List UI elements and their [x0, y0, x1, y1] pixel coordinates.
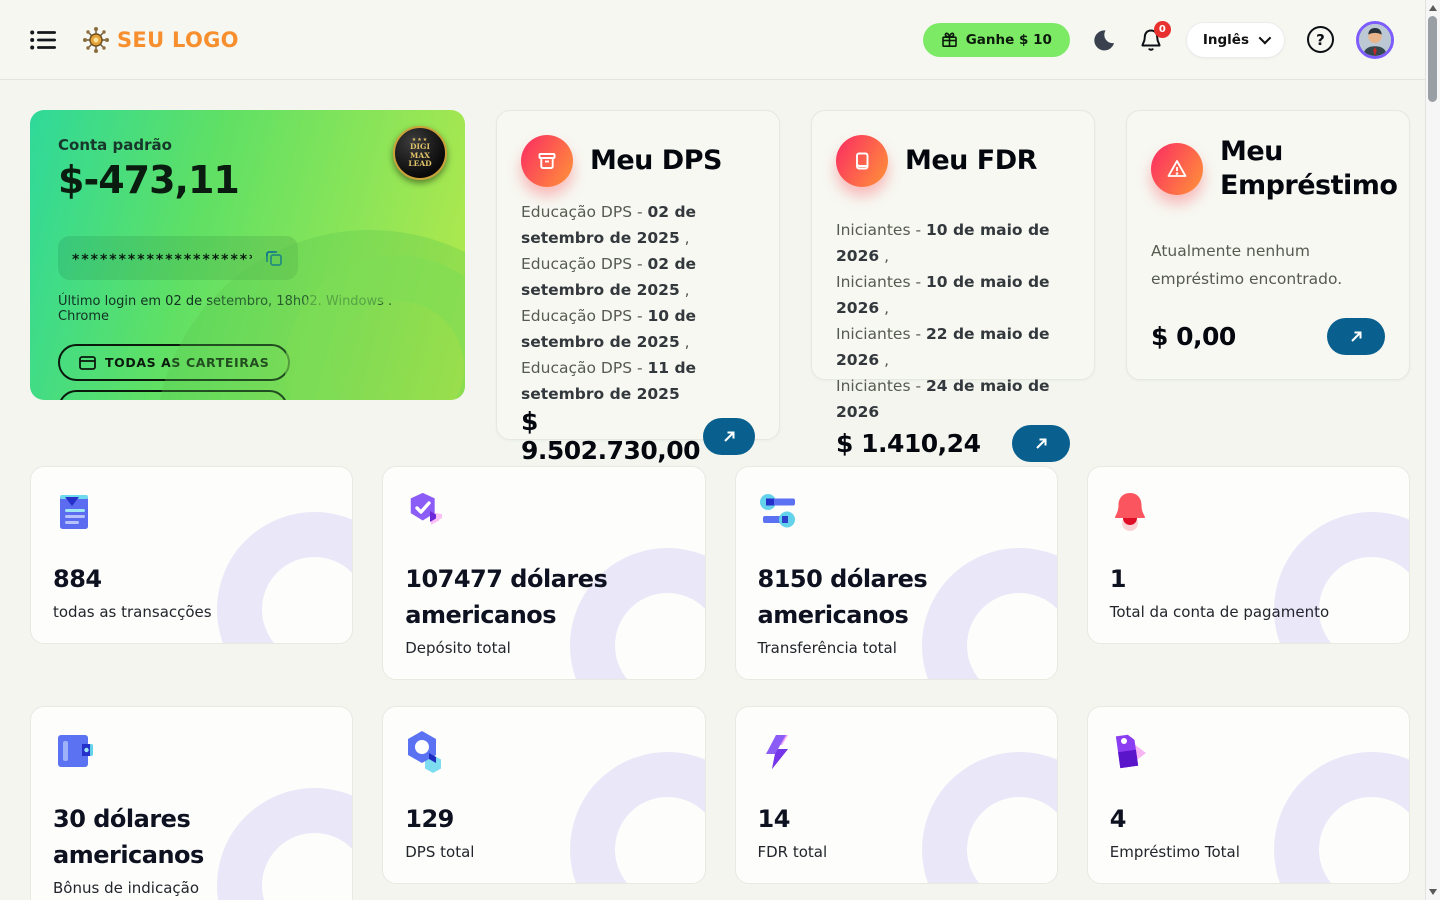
scrollbar-thumb[interactable]	[1428, 16, 1437, 102]
sliders-icon	[758, 489, 802, 533]
chevron-down-icon	[1259, 32, 1272, 45]
fdr-icon-circle	[836, 135, 888, 187]
my-fdr-card: Meu FDR Iniciantes - 10 de maio de 2026 …	[811, 110, 1095, 380]
stat-value: 30 dólares americanos	[53, 801, 303, 873]
stat-label: Empréstimo Total	[1110, 843, 1387, 861]
stat-card-fdr-total: 14 FDR total	[735, 706, 1058, 884]
dps-icon-circle	[521, 135, 573, 187]
scroll-down-icon[interactable]	[1429, 889, 1437, 895]
stat-label: Total da conta de pagamento	[1110, 603, 1387, 621]
add-money-button[interactable]: ADICIONAR DINHEIRO	[58, 390, 288, 400]
copy-icon[interactable]	[264, 248, 284, 268]
brand-logo[interactable]: SEU LOGO	[82, 26, 239, 54]
language-selector[interactable]: Inglês	[1186, 22, 1285, 58]
stat-label: FDR total	[758, 843, 1035, 861]
top-header: SEU LOGO Ganhe $ 10 0 Inglês ?	[0, 0, 1440, 80]
dps-open-button[interactable]	[703, 418, 755, 455]
loan-card-title: Meu Empréstimo	[1220, 135, 1380, 203]
stat-label: DPS total	[405, 843, 682, 861]
stat-label: todas as transacções	[53, 603, 330, 621]
stat-value: 107477 dólares americanos	[405, 561, 655, 633]
gift-icon	[941, 31, 958, 48]
earn-bonus-button[interactable]: Ganhe $ 10	[923, 23, 1070, 57]
masked-value: ********************	[72, 252, 252, 268]
dps-total-amount: $ 9.502.730,00	[521, 407, 703, 465]
logo-text: SEU LOGO	[117, 28, 239, 52]
fdr-list: Iniciantes - 10 de maio de 2026 , Inicia…	[836, 217, 1070, 425]
card-icon	[79, 356, 96, 370]
arrow-up-right-icon	[1034, 436, 1049, 451]
stat-label: Transferência total	[758, 639, 1035, 657]
arrow-up-right-icon	[1349, 329, 1364, 344]
notification-count-badge: 0	[1154, 21, 1171, 38]
menu-icon[interactable]	[30, 29, 56, 51]
scroll-up-icon[interactable]	[1429, 5, 1437, 11]
stat-card-payment-accounts: 1 Total da conta de pagamento	[1087, 466, 1410, 644]
stat-value: 4	[1110, 801, 1360, 837]
masked-account-field: ********************	[58, 236, 298, 280]
stat-card-transactions: 884 todas as transacções	[30, 466, 353, 644]
fdr-card-title: Meu FDR	[905, 144, 1037, 178]
stat-card-transfer-total: 8150 dólares americanos Transferência to…	[735, 466, 1058, 680]
stat-card-loan-total: 4 Empréstimo Total	[1087, 706, 1410, 884]
shield-check-icon	[405, 489, 449, 533]
loan-total-amount: $ 0,00	[1151, 322, 1236, 351]
notifications-button[interactable]: 0	[1138, 27, 1164, 53]
loan-empty-message: Atualmente nenhum empréstimo encontrado.	[1151, 237, 1385, 293]
document-icon	[53, 489, 97, 533]
stat-value: 1	[1110, 561, 1360, 597]
my-dps-card: Meu DPS Educação DPS - 02 de setembro de…	[496, 110, 780, 440]
earn-bonus-label: Ganhe $ 10	[966, 32, 1052, 48]
all-wallets-button[interactable]: TODAS AS CARTEIRAS	[58, 344, 290, 381]
wallet-icon	[53, 729, 97, 773]
lightning-icon	[758, 729, 802, 773]
stat-value: 14	[758, 801, 1008, 837]
bell-icon	[1110, 489, 1154, 533]
stat-value: 8150 dólares americanos	[758, 561, 1008, 633]
user-avatar[interactable]	[1356, 21, 1394, 59]
stat-value: 884	[53, 561, 303, 597]
account-balance-card: ★★★ DIGI MAX LEAD Conta padrão $-473,11 …	[30, 110, 465, 400]
digi-max-lead-badge: ★★★ DIGI MAX LEAD	[393, 126, 447, 180]
hexagon-icon	[405, 729, 449, 773]
dps-card-title: Meu DPS	[590, 144, 722, 178]
book-icon	[850, 149, 874, 173]
scrollbar[interactable]	[1425, 0, 1440, 900]
loan-open-button[interactable]	[1327, 318, 1385, 355]
dashboard-content: ★★★ DIGI MAX LEAD Conta padrão $-473,11 …	[0, 80, 1440, 900]
stat-label: Depósito total	[405, 639, 682, 657]
stat-label: Bônus de indicação	[53, 879, 330, 897]
archive-icon	[535, 149, 559, 173]
dark-mode-icon[interactable]	[1092, 28, 1116, 52]
arrow-up-right-icon	[722, 429, 737, 444]
language-label: Inglês	[1203, 32, 1249, 48]
stat-card-referral-bonus: 30 dólares americanos Bônus de indicação	[30, 706, 353, 900]
stat-card-deposit-total: 107477 dólares americanos Depósito total	[382, 466, 705, 680]
dps-list: Educação DPS - 02 de setembro de 2025 , …	[521, 199, 755, 407]
logo-icon	[82, 26, 110, 54]
help-button[interactable]: ?	[1307, 26, 1334, 53]
stat-value: 129	[405, 801, 655, 837]
last-login-info: Último login em 02 de setembro, 18h02. W…	[58, 294, 437, 324]
account-balance: $-473,11	[58, 158, 437, 202]
stat-card-dps-total: 129 DPS total	[382, 706, 705, 884]
loan-icon-circle	[1151, 143, 1203, 195]
fdr-total-amount: $ 1.410,24	[836, 429, 980, 458]
price-tag-icon	[1110, 729, 1154, 773]
my-loan-card: Meu Empréstimo Atualmente nenhum emprést…	[1126, 110, 1410, 380]
warning-icon	[1164, 156, 1190, 182]
fdr-open-button[interactable]	[1012, 425, 1070, 462]
account-type-label: Conta padrão	[58, 136, 437, 154]
